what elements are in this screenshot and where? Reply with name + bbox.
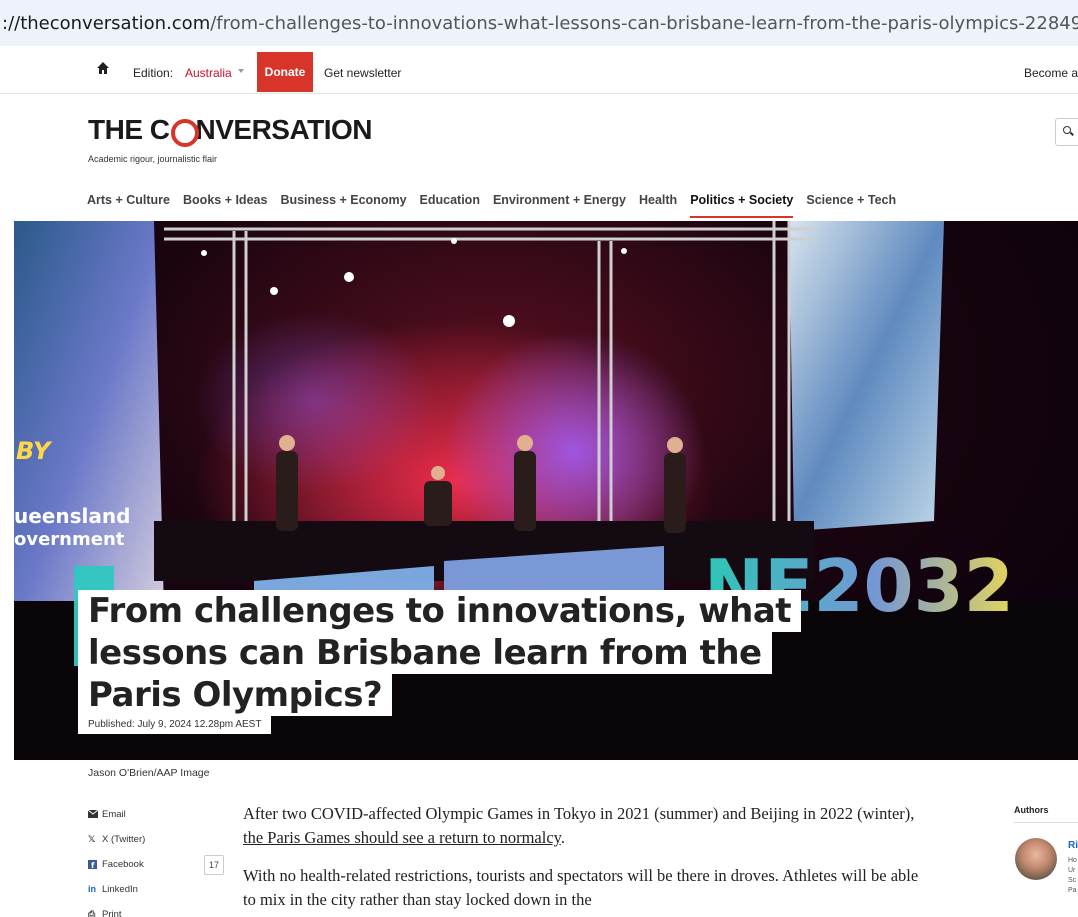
newsletter-link[interactable]: Get newsletter xyxy=(324,66,401,80)
section-tab-health[interactable]: Health xyxy=(639,193,677,218)
home-icon[interactable] xyxy=(96,61,110,75)
chevron-down-icon[interactable] xyxy=(238,69,244,73)
svg-text:f: f xyxy=(91,861,95,869)
logo-o-ring: O xyxy=(170,114,199,147)
headline-line-2: lessons can Brisbane learn from the xyxy=(78,632,772,674)
article-paragraph: After two COVID-affected Olympic Games i… xyxy=(243,804,915,847)
share-facebook[interactable]: f Facebook 17 xyxy=(88,855,225,883)
section-nav: Arts + Culture Books + Ideas Business + … xyxy=(87,193,909,218)
facebook-icon: f xyxy=(88,860,98,870)
author-avatar[interactable] xyxy=(1015,838,1057,880)
authors-divider xyxy=(1014,822,1078,823)
banner-text-government: overnment xyxy=(14,529,125,550)
facebook-share-count: 17 xyxy=(204,855,225,875)
article-headline: From challenges to innovations, what les… xyxy=(78,590,802,716)
search-button[interactable] xyxy=(1055,118,1078,146)
site-logo[interactable]: THE CONVERSATION xyxy=(88,114,372,147)
share-email[interactable]: Email xyxy=(87,808,145,833)
linkedin-icon: in xyxy=(88,884,96,894)
email-icon xyxy=(87,809,99,819)
section-tab-books-ideas[interactable]: Books + Ideas xyxy=(183,193,267,218)
paris-games-link[interactable]: the Paris Games should see a return to n… xyxy=(243,828,561,847)
banner-text-queensland: ueensland xyxy=(14,504,130,528)
site-tagline: Academic rigour, journalistic flair xyxy=(88,154,218,164)
edition-selector[interactable]: Australia xyxy=(185,66,232,80)
section-tab-politics-society[interactable]: Politics + Society xyxy=(690,193,794,218)
print-icon: ⎙ xyxy=(88,909,96,917)
section-tab-business-economy[interactable]: Business + Economy xyxy=(280,193,406,218)
author-name-link[interactable]: Ri xyxy=(1068,840,1078,851)
headline-line-3: Paris Olympics? xyxy=(78,674,393,716)
article-body: After two COVID-affected Olympic Games i… xyxy=(243,802,923,917)
headline-line-1: From challenges to innovations, what xyxy=(78,590,802,632)
article-paragraph: With no health-related restrictions, tou… xyxy=(243,866,919,909)
browser-address-bar[interactable]: ://theconversation.com/from-challenges-t… xyxy=(0,0,1078,46)
donate-button[interactable]: Donate xyxy=(257,52,313,92)
share-print[interactable]: ⎙ Print xyxy=(88,908,145,917)
become-author-link[interactable]: Become a xyxy=(1024,66,1078,80)
utility-nav: Edition: Australia Donate Get newsletter… xyxy=(0,50,1078,94)
search-icon xyxy=(1063,126,1071,134)
banner-text-by-label: BY xyxy=(16,437,53,465)
author-affiliation: Ho Ur Sc Pa xyxy=(1068,857,1077,894)
section-tab-arts-culture[interactable]: Arts + Culture xyxy=(87,193,170,218)
share-twitter[interactable]: 𝕏 X (Twitter) xyxy=(88,833,145,858)
share-linkedin[interactable]: in LinkedIn xyxy=(88,883,145,908)
section-tab-science-tech[interactable]: Science + Tech xyxy=(806,193,896,218)
section-tab-environment-energy[interactable]: Environment + Energy xyxy=(493,193,626,218)
image-credit: Jason O'Brien/AAP Image xyxy=(88,767,210,779)
edition-label: Edition: xyxy=(133,66,174,80)
authors-heading: Authors xyxy=(1014,805,1049,815)
x-twitter-icon: 𝕏 xyxy=(88,834,96,844)
share-list: Email 𝕏 X (Twitter) f Facebook 17 in Lin… xyxy=(87,808,225,917)
section-tab-education[interactable]: Education xyxy=(420,193,480,218)
url-text[interactable]: ://theconversation.com/from-challenges-t… xyxy=(2,13,1078,34)
published-date: Published: July 9, 2024 12.28pm AEST xyxy=(78,716,272,734)
